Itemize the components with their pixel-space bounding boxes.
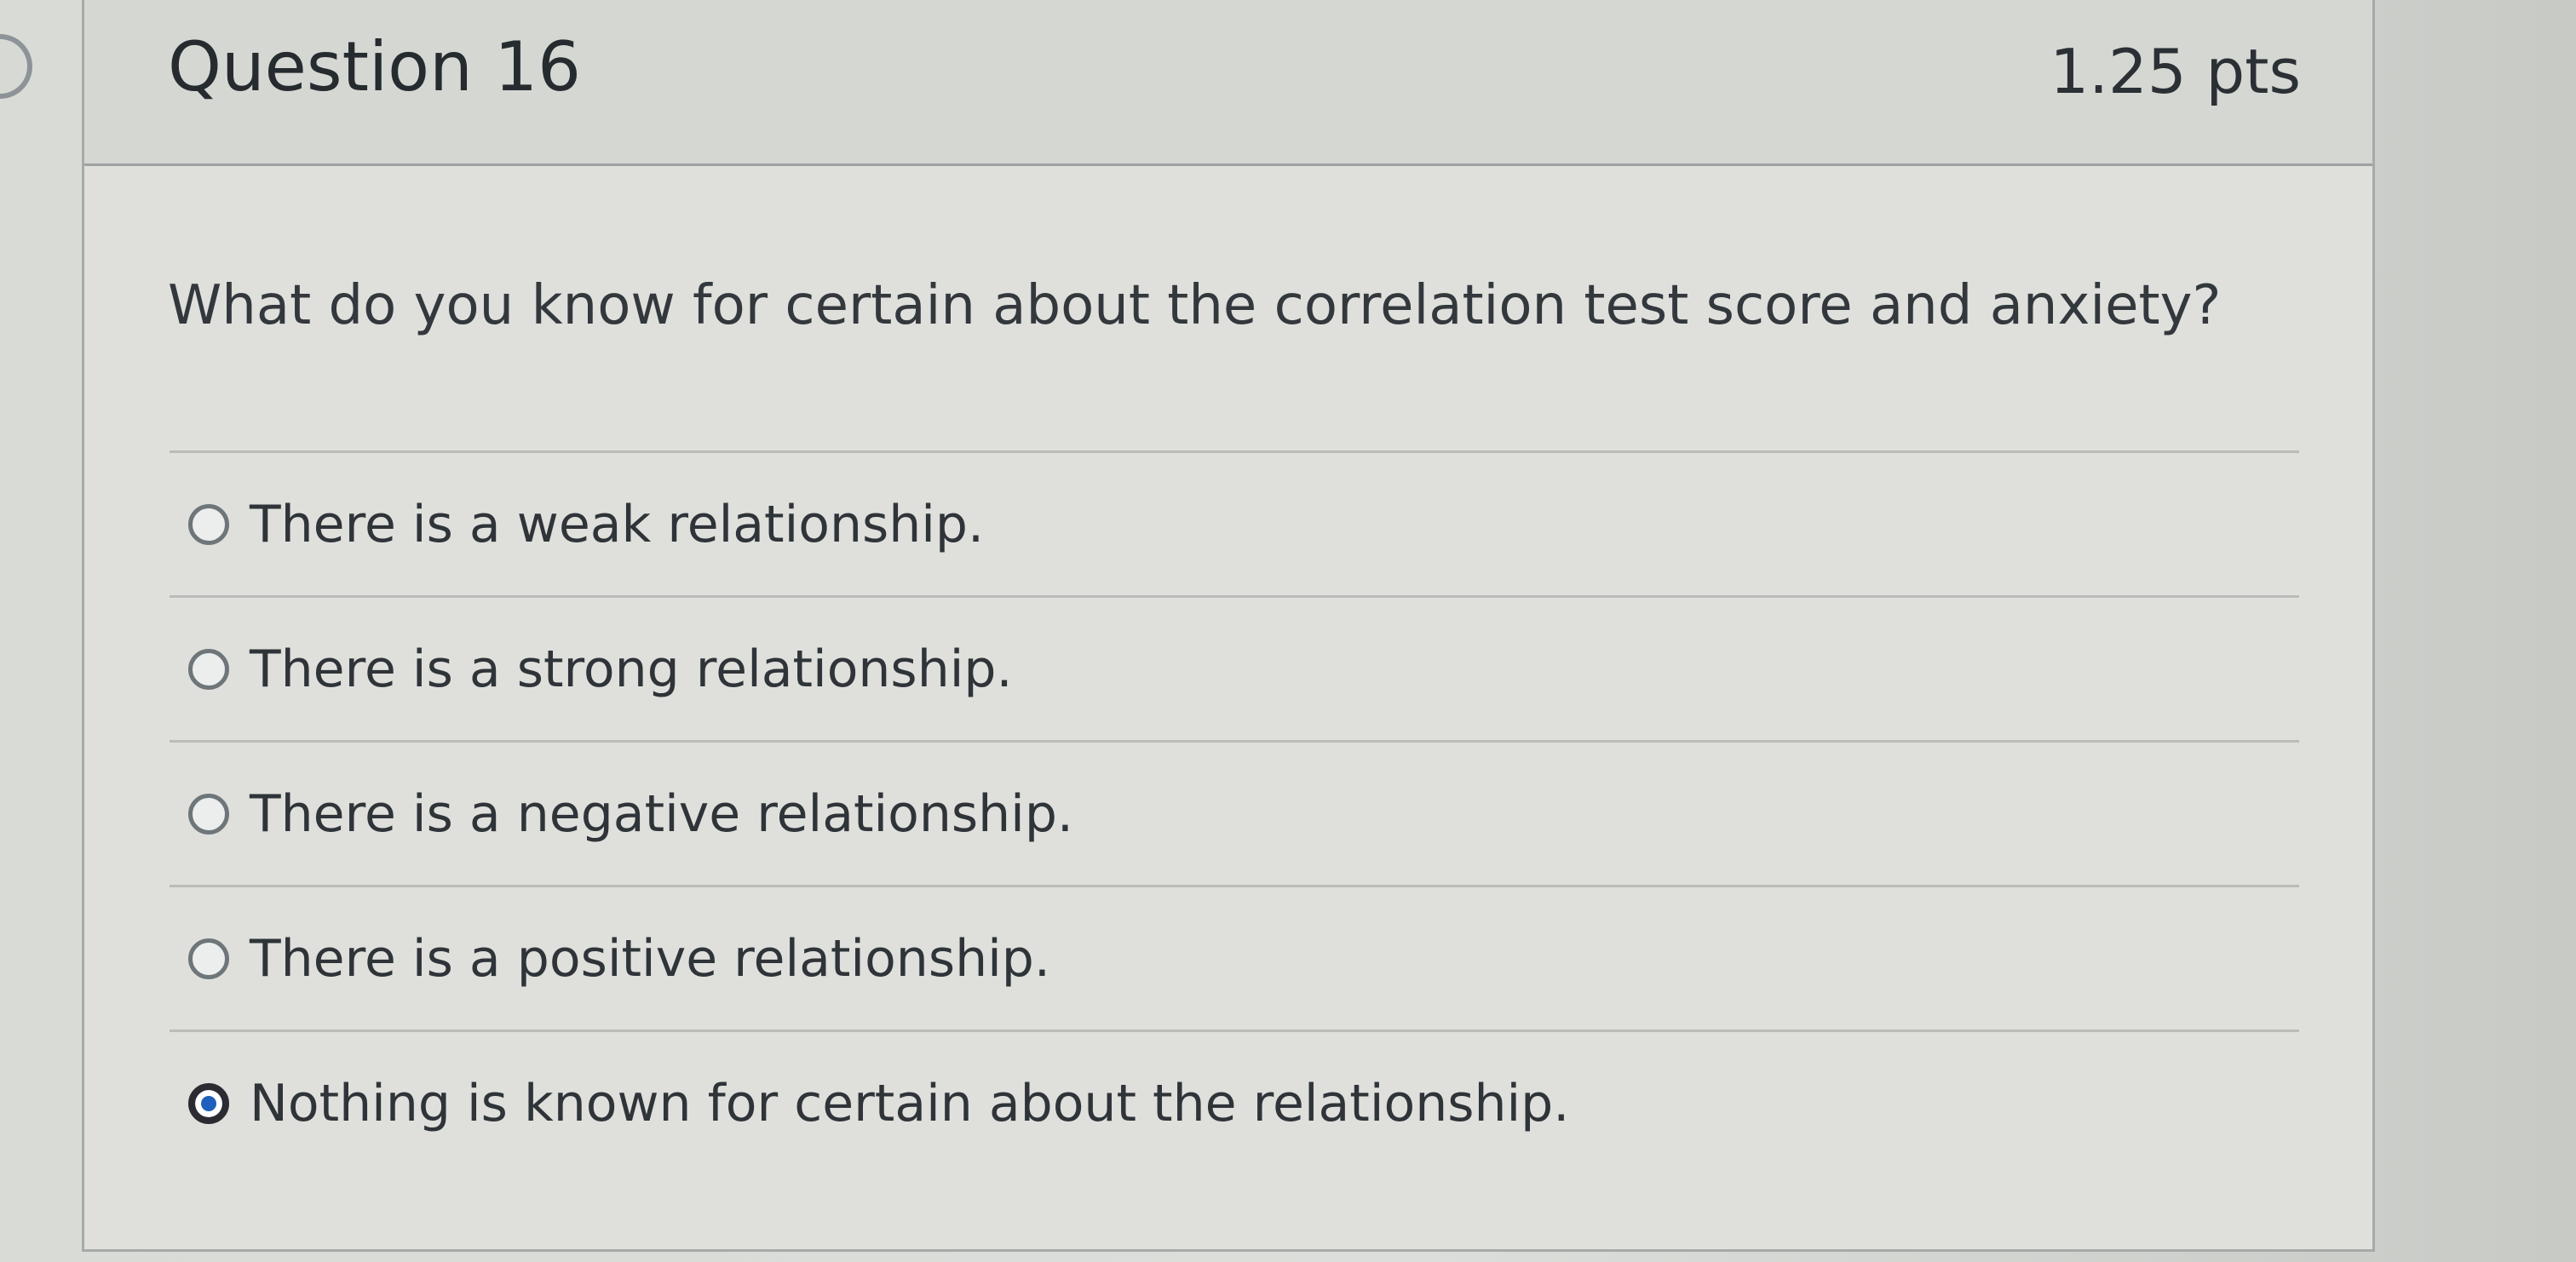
answer-option[interactable]: There is a strong relationship. [170, 595, 2299, 740]
radio-button[interactable] [188, 938, 229, 979]
answer-option[interactable]: There is a weak relationship. [170, 450, 2299, 595]
radio-button[interactable] [188, 794, 229, 835]
radio-button[interactable] [188, 504, 229, 545]
radio-button[interactable] [188, 649, 229, 690]
answer-label: There is a strong relationship. [250, 640, 1013, 699]
radio-button-selected[interactable] [188, 1083, 229, 1124]
flag-question-icon[interactable] [0, 34, 32, 99]
question-prompt: What do you know for certain about the c… [168, 274, 2222, 337]
question-card: Question 16 1.25 pts What do you know fo… [82, 0, 2375, 1252]
answer-option[interactable]: There is a positive relationship. [170, 885, 2299, 1030]
question-header: Question 16 1.25 pts [84, 0, 2372, 166]
question-title: Question 16 [168, 27, 582, 106]
answer-option[interactable]: Nothing is known for certain about the r… [170, 1030, 2299, 1191]
answer-list: There is a weak relationship. There is a… [170, 450, 2299, 1191]
answer-label: Nothing is known for certain about the r… [250, 1074, 1570, 1133]
answer-option[interactable]: There is a negative relationship. [170, 740, 2299, 885]
answer-label: There is a positive relationship. [250, 929, 1050, 989]
answer-label: There is a negative relationship. [250, 784, 1074, 844]
question-points: 1.25 pts [2050, 36, 2301, 107]
answer-label: There is a weak relationship. [250, 495, 985, 554]
